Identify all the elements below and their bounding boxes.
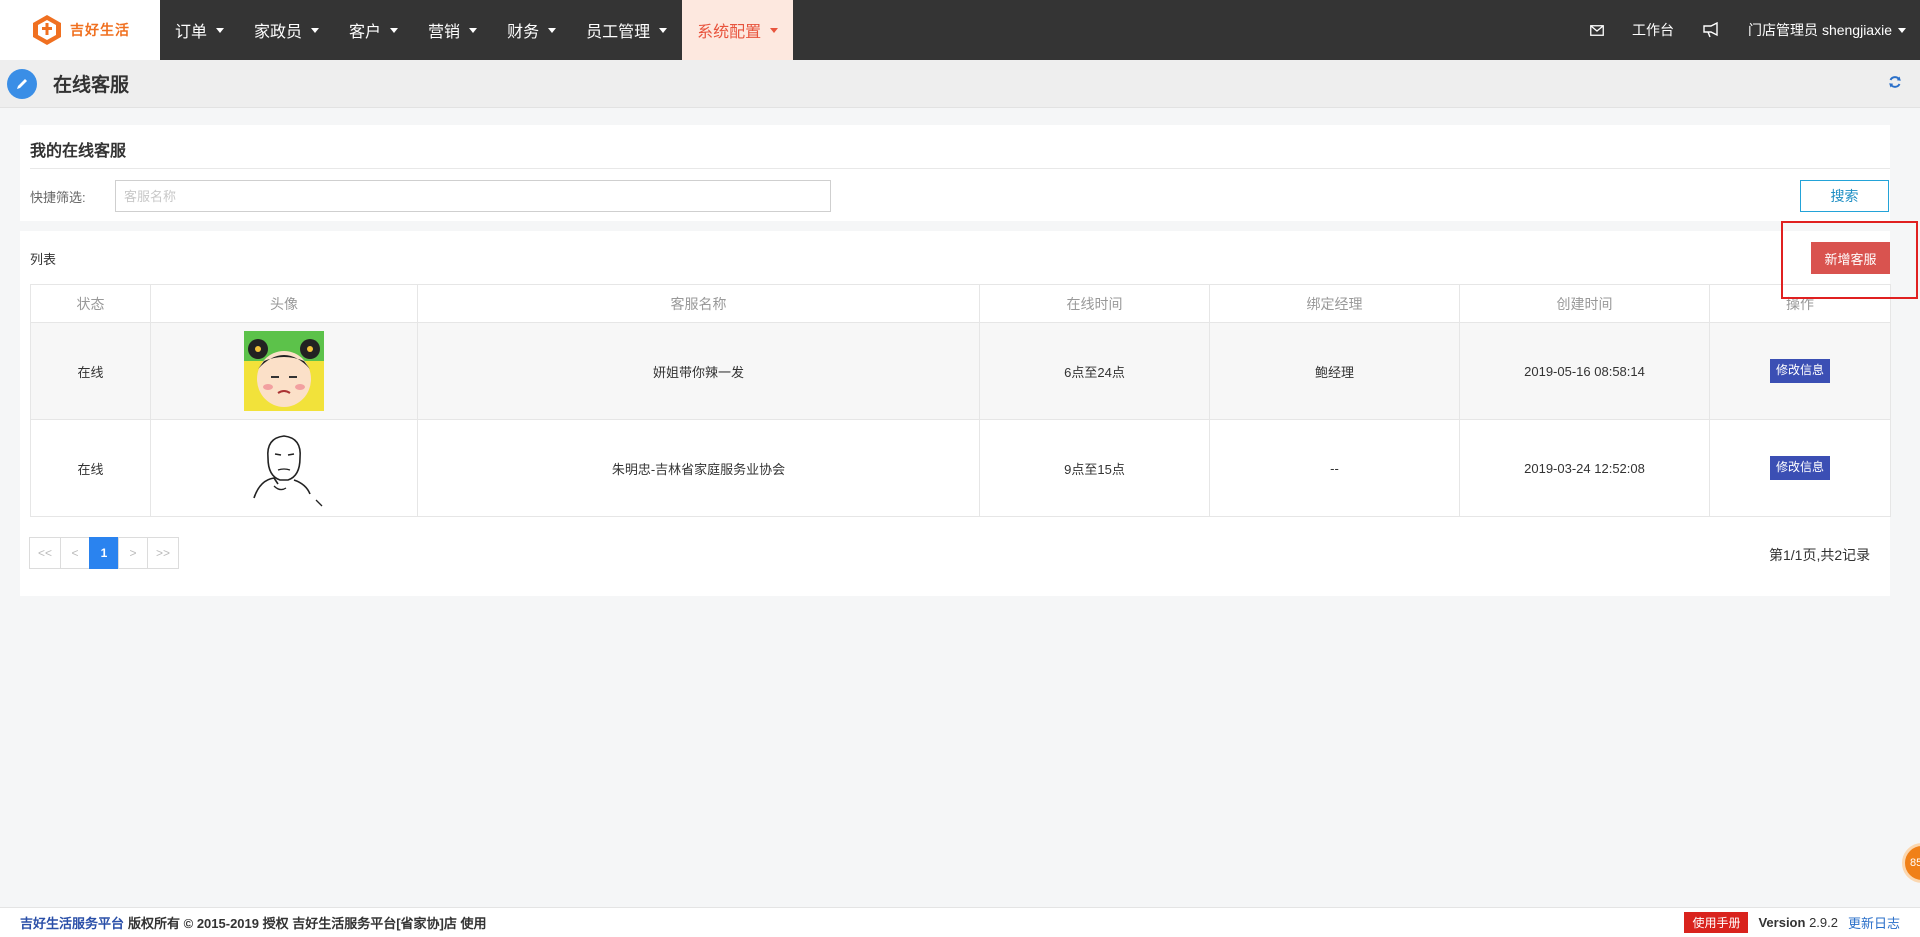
column-header-status: 状态 <box>30 284 151 323</box>
envelope-icon <box>1590 24 1604 36</box>
pagination: << < 1 > >> <box>29 537 180 569</box>
column-header-actions: 操作 <box>1709 284 1891 323</box>
menu-orders[interactable]: 订单 <box>160 0 239 60</box>
manager-cell: 鲍经理 <box>1209 322 1460 420</box>
page-next-button[interactable]: > <box>118 537 149 569</box>
page-last-button[interactable]: >> <box>147 537 180 569</box>
menu-label: 员工管理 <box>586 24 651 41</box>
changelog-link[interactable]: 更新日志 <box>1848 913 1900 932</box>
table-row: 在线 妍姐带你辣一发 6点至24点 鲍经理 2019-05-16 08:58:1… <box>30 322 1891 420</box>
logo-text: 吉好生活 <box>70 22 130 38</box>
page-prev-button[interactable]: < <box>60 537 91 569</box>
version-label: Version <box>1758 915 1806 930</box>
column-header-avatar: 头像 <box>150 284 418 323</box>
refresh-icon[interactable] <box>1888 75 1902 92</box>
page-number-button[interactable]: 1 <box>89 537 120 569</box>
status-cell: 在线 <box>30 419 151 517</box>
menu-system-config[interactable]: 系统配置 <box>682 0 794 60</box>
caret-down-icon <box>469 27 478 33</box>
footer-brand[interactable]: 吉好生活服务平台 <box>20 913 124 932</box>
menu-label: 营销 <box>428 24 461 41</box>
caret-down-icon <box>770 27 779 33</box>
page-header: 在线客服 <box>0 60 1920 108</box>
online-time-cell: 6点至24点 <box>979 322 1210 420</box>
filter-title: 我的在线客服 <box>30 143 127 160</box>
menu-label: 财务 <box>507 24 540 41</box>
manager-cell: -- <box>1209 419 1460 517</box>
online-time-cell: 9点至15点 <box>979 419 1210 517</box>
workbench-link[interactable]: 工作台 <box>1618 0 1688 60</box>
status-cell: 在线 <box>30 322 151 420</box>
caret-down-icon <box>548 27 557 33</box>
caret-down-icon <box>659 27 668 33</box>
username: shengjiaxie <box>1821 22 1892 38</box>
caret-down-icon <box>311 27 320 33</box>
user-role: 门店管理员 <box>1748 22 1819 38</box>
edit-info-button[interactable]: 修改信息 <box>1769 456 1830 480</box>
edit-info-button[interactable]: 修改信息 <box>1769 359 1830 383</box>
user-menu[interactable]: 门店管理员 shengjiaxie <box>1734 0 1920 60</box>
menu-label: 系统配置 <box>697 24 762 41</box>
column-header-created: 创建时间 <box>1459 284 1710 323</box>
user-manual-button[interactable]: 使用手册 <box>1684 912 1749 933</box>
footer-right: 使用手册 Version 2.9.2 更新日志 <box>1684 912 1900 933</box>
notification-button[interactable] <box>1688 0 1734 60</box>
add-service-button[interactable]: 新增客服 <box>1811 242 1890 274</box>
menu-marketing[interactable]: 营销 <box>413 0 492 60</box>
table-header-row: 状态 头像 客服名称 在线时间 绑定经理 创建时间 操作 <box>30 284 1891 323</box>
caret-down-icon <box>390 27 399 33</box>
avatar-cell <box>150 419 418 517</box>
meme-face-avatar <box>244 428 324 508</box>
list-title: 列表 <box>30 252 57 267</box>
nav-right: 工作台 门店管理员 shengjiaxie <box>1576 0 1920 60</box>
brand-logo[interactable]: 吉好生活 <box>0 0 160 60</box>
caret-down-icon <box>1898 27 1906 33</box>
page-first-button[interactable]: << <box>29 537 62 569</box>
page-title: 在线客服 <box>53 75 130 96</box>
service-name-search-input[interactable] <box>115 180 831 212</box>
name-cell: 朱明忠-吉林省家庭服务业协会 <box>417 419 980 517</box>
filter-panel: 我的在线客服 快捷筛选: 搜索 <box>20 125 1890 221</box>
workbench-label: 工作台 <box>1632 22 1675 38</box>
actions-cell: 修改信息 <box>1709 322 1891 420</box>
mail-button[interactable] <box>1576 0 1618 60</box>
menu-finance[interactable]: 财务 <box>492 0 571 60</box>
column-header-manager: 绑定经理 <box>1209 284 1460 323</box>
menu-housekeepers[interactable]: 家政员 <box>239 0 334 60</box>
menu-label: 订单 <box>175 24 208 41</box>
version-number: 2.9.2 <box>1809 915 1838 930</box>
megaphone-icon <box>1703 22 1718 38</box>
logo-icon <box>33 15 61 45</box>
pagination-info: 第1/1页,共2记录 <box>1769 547 1871 563</box>
search-button[interactable]: 搜索 <box>1800 180 1889 212</box>
divider <box>30 168 1890 169</box>
avatar-cell <box>150 322 418 420</box>
footer: 吉好生活服务平台 版权所有 © 2015-2019 授权 吉好生活服务平台[省家… <box>0 907 1920 937</box>
menu-staff[interactable]: 员工管理 <box>571 0 682 60</box>
footer-copyright-text: 版权所有 © 2015-2019 授权 吉好生活服务平台[省家协]店 使用 <box>128 916 487 931</box>
menu-label: 客户 <box>349 24 382 41</box>
cartoon-girl-avatar <box>244 331 324 411</box>
pencil-icon <box>7 68 37 99</box>
actions-cell: 修改信息 <box>1709 419 1891 517</box>
list-panel: 列表 新增客服 状态 头像 客服名称 在线时间 绑定经理 创建时间 操作 在线 <box>20 231 1891 596</box>
top-navbar: 吉好生活 订单 家政员 客户 营销 财务 员工管理 系统配置 工作台 门店管理员… <box>0 0 1920 60</box>
caret-down-icon <box>216 27 225 33</box>
menu-customers[interactable]: 客户 <box>334 0 413 60</box>
column-header-online-time: 在线时间 <box>979 284 1210 323</box>
column-header-name: 客服名称 <box>417 284 980 323</box>
main-menu: 订单 家政员 客户 营销 财务 员工管理 系统配置 <box>160 0 794 60</box>
floating-badge[interactable]: 85 <box>1902 843 1920 883</box>
filter-label: 快捷筛选: <box>30 190 86 205</box>
service-table: 状态 头像 客服名称 在线时间 绑定经理 创建时间 操作 在线 妍姐带你辣一发 … <box>30 284 1891 517</box>
menu-label: 家政员 <box>254 24 303 41</box>
name-cell: 妍姐带你辣一发 <box>417 322 980 420</box>
created-cell: 2019-03-24 12:52:08 <box>1459 419 1710 517</box>
table-row: 在线 朱明忠-吉林省家庭服务业协会 9点至15点 -- 2019-03-24 1… <box>30 419 1891 517</box>
version-info: Version 2.9.2 <box>1758 915 1838 930</box>
created-cell: 2019-05-16 08:58:14 <box>1459 322 1710 420</box>
footer-copyright: 吉好生活服务平台 版权所有 © 2015-2019 授权 吉好生活服务平台[省家… <box>20 913 486 932</box>
